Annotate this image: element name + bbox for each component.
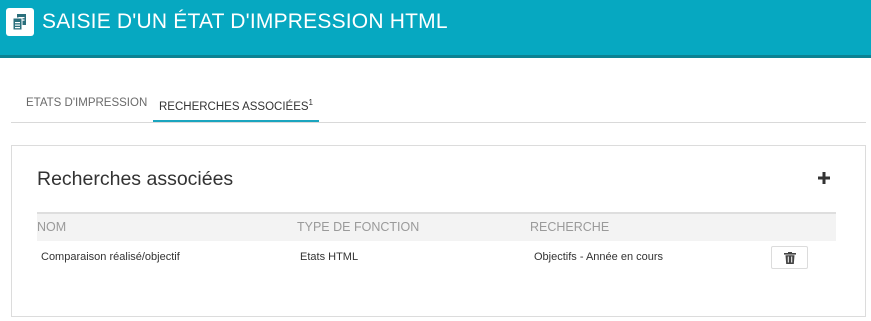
recherches-panel: Recherches associées NOM TYPE DE FONCTIO… (11, 145, 866, 317)
add-recherche-button[interactable] (816, 170, 832, 186)
table-header: NOM TYPE DE FONCTION RECHERCHE (37, 212, 836, 241)
column-header-nom: NOM (37, 220, 67, 234)
page-header: SAISIE D'UN ÉTAT D'IMPRESSION HTML (0, 0, 871, 58)
cell-recherche: Objectifs - Année en cours (534, 251, 664, 263)
tab-etats-impression[interactable]: ETATS D'IMPRESSION (26, 86, 147, 122)
page-title: SAISIE D'UN ÉTAT D'IMPRESSION HTML (42, 10, 448, 33)
cell-nom: Comparaison réalisé/objectif (41, 251, 180, 263)
tab-recherches-associees[interactable]: RECHERCHES ASSOCIÉES1 (153, 86, 319, 122)
plus-icon (818, 172, 830, 184)
cell-type: Etats HTML (300, 251, 359, 263)
copy-documents-icon[interactable] (6, 8, 34, 36)
tab-bar: ETATS D'IMPRESSION RECHERCHES ASSOCIÉES1 (11, 86, 866, 123)
table-row: Comparaison réalisé/objectif Etats HTML … (37, 241, 836, 273)
tab-count-badge: 1 (308, 98, 313, 107)
tab-label: ETATS D'IMPRESSION (26, 97, 148, 109)
panel-title: Recherches associées (37, 168, 234, 190)
tab-label: RECHERCHES ASSOCIÉES (159, 101, 309, 113)
column-header-recherche: RECHERCHE (530, 220, 610, 234)
column-header-type: TYPE DE FONCTION (297, 220, 420, 234)
trash-icon (784, 252, 796, 264)
delete-row-button[interactable] (771, 246, 808, 269)
